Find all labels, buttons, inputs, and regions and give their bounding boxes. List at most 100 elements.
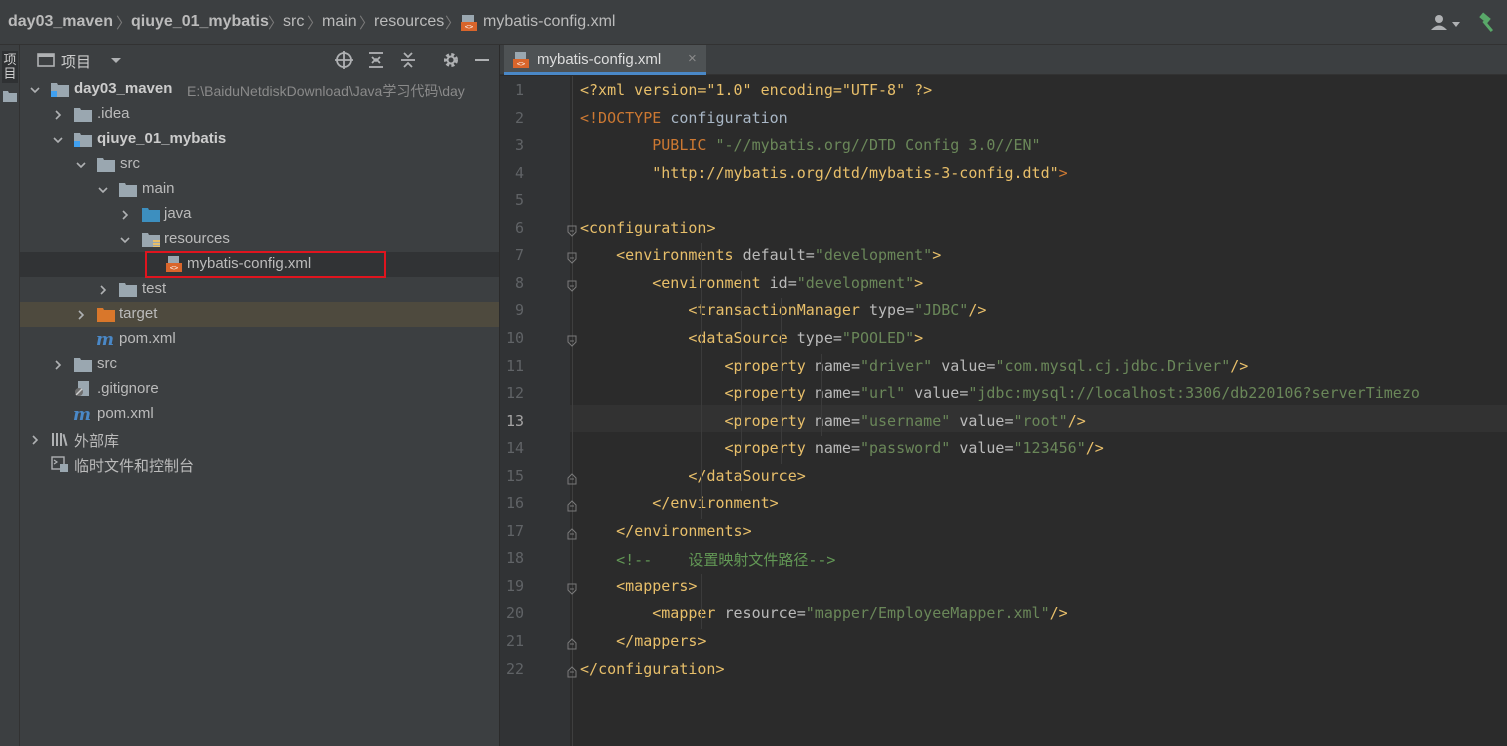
- chevron-right-icon[interactable]: [97, 283, 109, 295]
- code-line[interactable]: </configuration>: [580, 660, 725, 678]
- line-number: 21: [505, 632, 524, 650]
- code-line[interactable]: </mappers>: [580, 632, 706, 650]
- tree-item-day03-maven[interactable]: day03_maven E:\BaiduNetdiskDownload\Java…: [20, 77, 499, 102]
- locate-target-icon[interactable]: [334, 50, 354, 70]
- chevron-down-icon[interactable]: [52, 133, 64, 145]
- code-token: >: [706, 218, 716, 237]
- breadcrumb-module[interactable]: qiuye_01_mybatis: [131, 13, 269, 31]
- code-line[interactable]: <environments default="development">: [580, 246, 941, 264]
- tree-item-src[interactable]: src: [20, 152, 499, 177]
- code-line[interactable]: <property name="driver" value="com.mysql…: [580, 356, 1249, 375]
- chevron-down-icon[interactable]: [106, 50, 126, 70]
- code-line[interactable]: </dataSource>: [580, 467, 805, 485]
- tree-item-scratches-consoles[interactable]: 临时文件和控制台: [20, 452, 499, 477]
- fold-open-icon[interactable]: [566, 224, 578, 237]
- project-panel-title[interactable]: 项目: [61, 51, 91, 72]
- chevron-right-icon[interactable]: [52, 358, 64, 370]
- fold-open-icon[interactable]: [566, 582, 578, 595]
- code-line[interactable]: <mappers>: [580, 577, 697, 595]
- fold-close-icon[interactable]: [566, 637, 578, 650]
- minimize-icon[interactable]: [472, 50, 492, 70]
- tree-item-pom-xml-root[interactable]: m pom.xml: [20, 402, 499, 427]
- chevron-down-icon[interactable]: [97, 183, 109, 195]
- fold-close-icon[interactable]: [566, 665, 578, 678]
- code-line[interactable]: <transactionManager type="JDBC"/>: [580, 301, 986, 319]
- folder-icon: [119, 281, 137, 297]
- breadcrumb-main[interactable]: main: [322, 13, 357, 31]
- tab-mybatis-config-xml[interactable]: <> mybatis-config.xml ×: [504, 45, 706, 75]
- expand-all-icon[interactable]: [366, 50, 386, 70]
- code-line[interactable]: <property name="username" value="root"/>: [580, 412, 1086, 430]
- code-line[interactable]: <configuration>: [580, 219, 715, 237]
- tree-item-pom-xml[interactable]: m pom.xml: [20, 327, 499, 352]
- user-dropdown-icon[interactable]: [1430, 13, 1464, 33]
- code-token: />: [1067, 411, 1086, 430]
- tree-item-label: .gitignore: [97, 380, 159, 397]
- chevron-down-icon[interactable]: [119, 233, 131, 245]
- code-line[interactable]: </environment>: [580, 494, 778, 512]
- code-line[interactable]: </environments>: [580, 522, 751, 540]
- indent-guide: [781, 298, 782, 464]
- fold-open-icon[interactable]: [566, 251, 578, 265]
- tree-item-gitignore[interactable]: .gitignore: [20, 377, 499, 402]
- project-tool-tab[interactable]: 项目: [2, 51, 18, 83]
- fold-close-icon[interactable]: [566, 472, 578, 485]
- tree-item-src-root[interactable]: src: [20, 352, 499, 377]
- code-token: property: [733, 384, 815, 403]
- code-line[interactable]: <environment id="development">: [580, 274, 923, 292]
- folder-icon: [74, 356, 92, 372]
- fold-close-icon[interactable]: [566, 499, 578, 512]
- code-token: <: [616, 576, 626, 595]
- chevron-right-icon[interactable]: [75, 308, 87, 320]
- build-hammer-icon[interactable]: [1477, 12, 1499, 34]
- tree-item-main[interactable]: main: [20, 177, 499, 202]
- collapse-all-icon[interactable]: [398, 50, 418, 70]
- breadcrumb-project[interactable]: day03_maven: [8, 13, 113, 31]
- breadcrumb-src[interactable]: src: [283, 13, 304, 31]
- tool-window-strip: 项目: [0, 45, 20, 746]
- tree-item-qiuye-01-mybatis[interactable]: qiuye_01_mybatis: [20, 127, 499, 152]
- fold-close-icon[interactable]: [566, 527, 578, 540]
- fold-open-icon[interactable]: [566, 334, 578, 347]
- tree-item-target[interactable]: target: [20, 302, 499, 327]
- tree-item-resources[interactable]: resources: [20, 227, 499, 252]
- gear-icon[interactable]: [441, 50, 461, 70]
- line-number: 8: [514, 273, 524, 292]
- indent-guide: [741, 270, 742, 492]
- tree-item-external-libraries[interactable]: 外部库: [20, 427, 499, 452]
- tree-item-idea[interactable]: .idea: [20, 102, 499, 127]
- chevron-down-icon[interactable]: [29, 83, 41, 95]
- tree-item-test[interactable]: test: [20, 277, 499, 302]
- code-token: "password": [859, 439, 960, 458]
- code-token: type: [796, 328, 833, 347]
- code-token: =: [905, 301, 915, 320]
- tree-item-java[interactable]: java: [20, 202, 499, 227]
- project-panel-header: 项目: [20, 45, 499, 75]
- close-icon[interactable]: ×: [688, 50, 697, 67]
- chevron-down-icon[interactable]: [75, 158, 87, 170]
- code-line[interactable]: <mapper resource="mapper/EmployeeMapper.…: [580, 604, 1067, 622]
- code-line[interactable]: "http://mybatis.org/dtd/mybatis-3-config…: [580, 164, 1067, 182]
- code-token: >: [914, 273, 924, 292]
- fold-open-icon[interactable]: [566, 279, 578, 292]
- code-line[interactable]: <?xml version="1.0" encoding="UTF-8" ?>: [580, 81, 932, 99]
- tree-item-label: test: [142, 280, 167, 297]
- code-line[interactable]: <!-- 设置映射文件路径-->: [580, 549, 835, 570]
- chevron-right-icon[interactable]: [52, 108, 64, 120]
- code-line[interactable]: <dataSource type="POOLED">: [580, 329, 923, 347]
- code-line[interactable]: <property name="password" value="123456"…: [580, 439, 1104, 457]
- code-token: property: [733, 356, 815, 375]
- line-number: 11: [505, 356, 524, 375]
- breadcrumb-file[interactable]: mybatis-config.xml: [483, 13, 615, 31]
- breadcrumb-resources[interactable]: resources: [374, 13, 444, 31]
- chevron-right-icon[interactable]: [119, 208, 131, 220]
- code-line[interactable]: <property name="url" value="jdbc:mysql:/…: [580, 384, 1420, 402]
- chevron-right-icon[interactable]: [29, 433, 41, 445]
- code-line[interactable]: <!DOCTYPE configuration: [580, 109, 788, 127]
- code-line[interactable]: PUBLIC "-//mybatis.org//DTD Config 3.0//…: [580, 136, 1040, 154]
